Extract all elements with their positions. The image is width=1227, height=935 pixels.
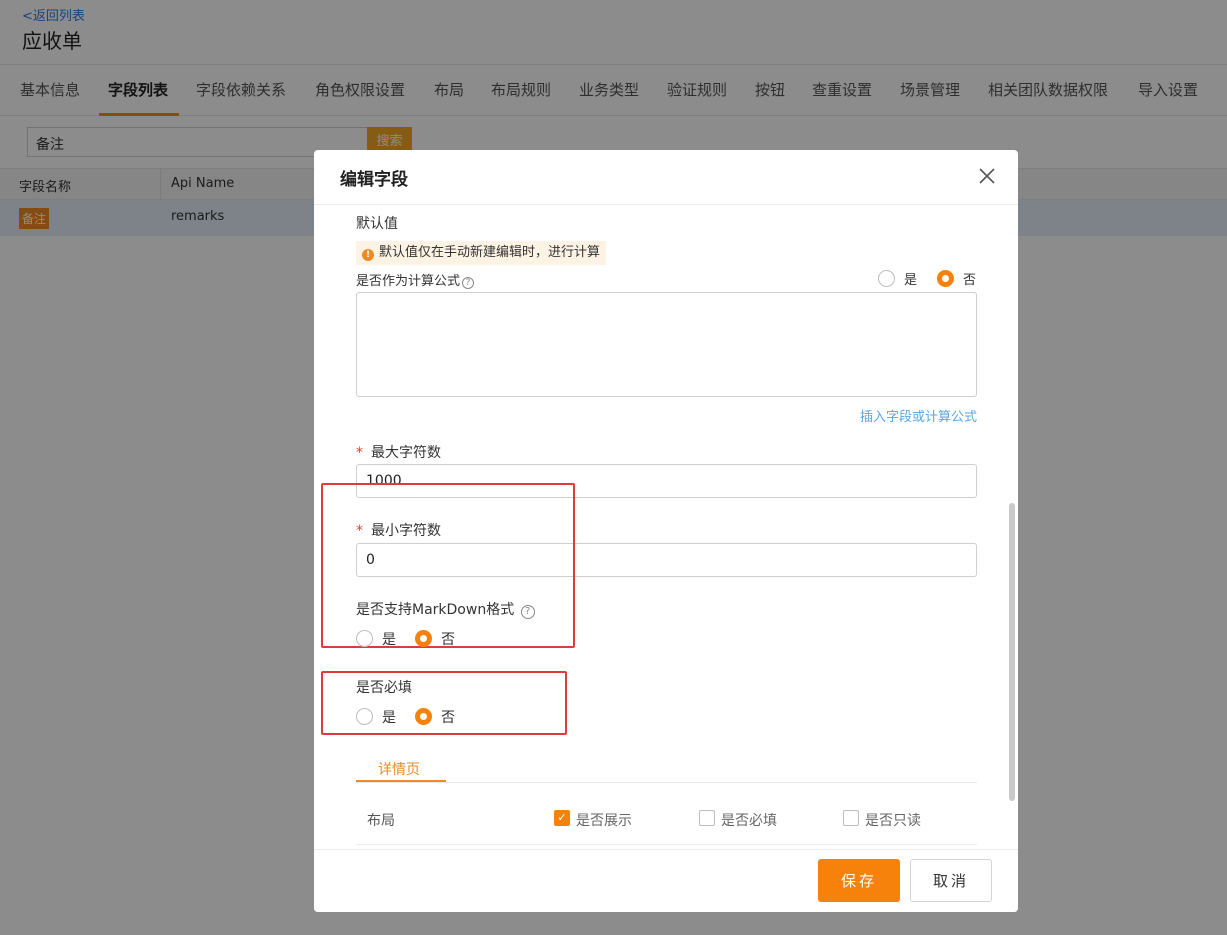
edit-field-dialog: 编辑字段 默认值 ! 默认值仅在手动新建编辑时，进行计算 是否作为计算公式? 是 … <box>314 150 1018 912</box>
info-icon: ! <box>362 249 374 261</box>
markdown-radio-yes[interactable] <box>356 630 373 647</box>
save-button[interactable]: 保存 <box>818 859 900 902</box>
formula-radio-yes-label: 是 <box>904 273 918 288</box>
required-star: * <box>356 445 363 461</box>
formula-textarea[interactable] <box>356 292 977 397</box>
insert-field-or-formula-link[interactable]: 插入字段或计算公式 <box>860 406 977 425</box>
layout-required-checkbox-label: 是否必填 <box>721 813 777 829</box>
markdown-label: 是否支持MarkDown格式 ? <box>356 599 535 619</box>
formula-label: 是否作为计算公式? <box>356 270 475 289</box>
close-icon[interactable] <box>975 164 999 188</box>
markdown-radio-yes-label: 是 <box>382 632 396 648</box>
markdown-radio-no-label: 否 <box>441 632 455 648</box>
formula-radio-yes[interactable] <box>878 270 895 287</box>
layout-required-checkbox[interactable] <box>699 810 715 826</box>
formula-label-text: 是否作为计算公式 <box>356 274 461 289</box>
default-value-tip-text: 默认值仅在手动新建编辑时，进行计算 <box>379 245 601 260</box>
default-value-tip: ! 默认值仅在手动新建编辑时，进行计算 <box>356 241 607 265</box>
highlight-box-required <box>321 671 567 735</box>
formula-radio-no[interactable] <box>937 270 954 287</box>
max-chars-label-text: 最大字符数 <box>371 445 441 461</box>
markdown-radio-no[interactable] <box>415 630 432 647</box>
dialog-footer: 保存 取消 <box>314 849 1018 912</box>
layout-row-divider <box>356 844 977 845</box>
dialog-scrollbar[interactable] <box>1009 503 1015 801</box>
readonly-checkbox-label: 是否只读 <box>865 813 921 829</box>
show-checkbox-label: 是否展示 <box>576 813 632 829</box>
max-chars-label: * 最大字符数 <box>356 442 441 462</box>
sub-tab-divider <box>356 782 977 783</box>
layout-row-label: 布局 <box>367 813 395 829</box>
active-sub-tab-indicator <box>356 780 446 782</box>
tab-detail-page[interactable]: 详情页 <box>378 759 420 779</box>
default-value-label: 默认值 <box>356 216 398 232</box>
readonly-checkbox[interactable] <box>843 810 859 826</box>
show-checkbox[interactable]: ✓ <box>554 810 570 826</box>
highlight-box-char-limits <box>321 483 575 648</box>
dialog-title: 编辑字段 <box>340 170 408 190</box>
cancel-button[interactable]: 取消 <box>910 859 992 902</box>
help-icon[interactable]: ? <box>462 277 475 289</box>
dialog-header: 编辑字段 <box>314 150 1018 205</box>
help-icon[interactable]: ? <box>520 605 535 619</box>
formula-radio-no-label: 否 <box>963 273 977 288</box>
dialog-body[interactable]: 默认值 ! 默认值仅在手动新建编辑时，进行计算 是否作为计算公式? 是 否 插入字… <box>314 205 1018 849</box>
markdown-label-text: 是否支持MarkDown格式 <box>356 602 515 618</box>
